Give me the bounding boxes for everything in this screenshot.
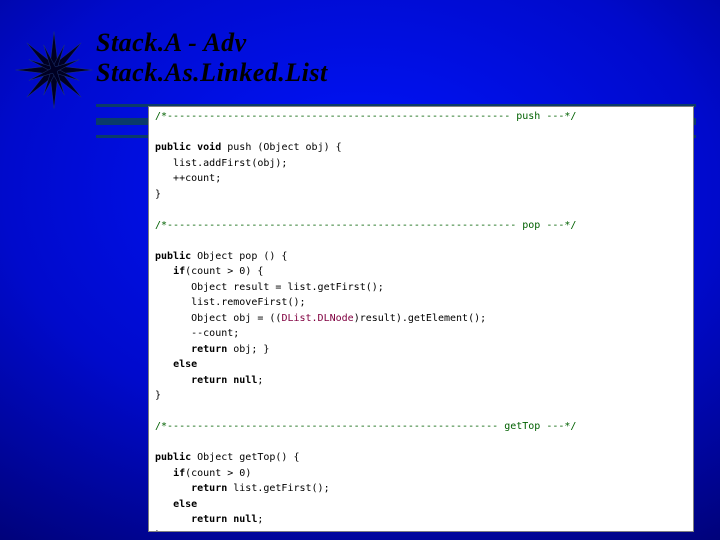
slide-title: Stack.A - Adv Stack.As.Linked.List: [96, 28, 328, 88]
code-line: list.removeFirst();: [155, 297, 306, 308]
code-token: )result).getElement();: [354, 313, 486, 324]
code-token: (count > 0) {: [185, 266, 263, 277]
comment: /*--------------------------------------…: [155, 421, 576, 432]
code-token: else: [173, 499, 197, 510]
code-line: --count;: [155, 328, 239, 339]
code-token: Object pop () {: [191, 251, 287, 262]
code-line: ++count;: [155, 173, 221, 184]
code-token: return null: [191, 375, 257, 386]
code-token: Object getTop() {: [191, 452, 299, 463]
code-token: push (Object obj) {: [221, 142, 341, 153]
comment: /*--------------------------------------…: [155, 111, 576, 122]
code-token: list.getFirst();: [227, 483, 329, 494]
code-token: return: [191, 344, 227, 355]
code-token: ;: [257, 375, 263, 386]
title-line-1: Stack.A - Adv: [96, 28, 328, 58]
code-panel: /*--------------------------------------…: [148, 106, 694, 532]
code-token: if: [173, 266, 185, 277]
starburst-icon: [14, 30, 94, 110]
code-token: public void: [155, 142, 221, 153]
code-token: else: [173, 359, 197, 370]
code-line: }: [155, 530, 161, 533]
code-token: public: [155, 251, 191, 262]
code-token: (count > 0): [185, 468, 251, 479]
comment: /*--------------------------------------…: [155, 220, 576, 231]
code-token: return null: [191, 514, 257, 525]
code-line: }: [155, 390, 161, 401]
slide: Stack.A - Adv Stack.As.Linked.List /*---…: [0, 0, 720, 540]
title-line-2: Stack.As.Linked.List: [96, 58, 328, 88]
code-token: Object obj = ((: [155, 313, 281, 324]
code-line: }: [155, 189, 161, 200]
code-token: ;: [257, 514, 263, 525]
code-token: return: [191, 483, 227, 494]
code-line: list.addFirst(obj);: [155, 158, 287, 169]
code-token: public: [155, 452, 191, 463]
code-token: obj; }: [227, 344, 269, 355]
code-listing: /*--------------------------------------…: [149, 107, 693, 532]
code-token: DList.DLNode: [281, 313, 353, 324]
code-line: Object result = list.getFirst();: [155, 282, 384, 293]
code-token: if: [173, 468, 185, 479]
